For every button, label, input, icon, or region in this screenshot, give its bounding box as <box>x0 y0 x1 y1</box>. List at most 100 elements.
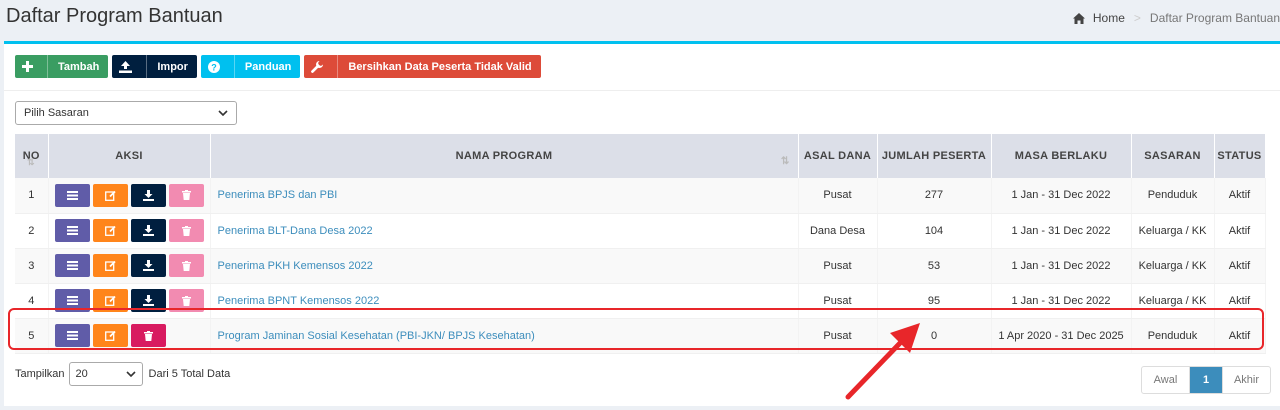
delete-button-disabled <box>168 289 204 312</box>
chevron-down-icon <box>218 110 228 116</box>
bersihkan-button[interactable]: Bersihkan Data Peserta Tidak Valid <box>304 55 541 78</box>
delete-button[interactable] <box>130 324 166 347</box>
column-header-masa-berlaku[interactable]: MASA BERLAKU <box>991 134 1132 178</box>
breadcrumb-home-label: Home <box>1092 11 1125 25</box>
cell-status: Aktif <box>1214 178 1266 214</box>
download-button[interactable] <box>130 219 166 242</box>
cell-jumlah-peserta: 95 <box>877 283 992 319</box>
breadcrumb-current: Daftar Program Bantuan <box>1149 11 1280 25</box>
row-actions <box>49 324 210 347</box>
cell-masa-berlaku: 1 Jan - 31 Dec 2022 <box>991 283 1132 319</box>
sort-icon: ⇅ <box>780 156 790 167</box>
cell-sasaran: Penduduk <box>1131 318 1215 354</box>
breadcrumb: Home > Daftar Program Bantuan <box>1072 11 1280 25</box>
cell-no: 3 <box>15 248 49 284</box>
cell-asal-dana: Dana Desa <box>798 213 878 249</box>
breadcrumb-home[interactable]: Home <box>1072 11 1125 25</box>
pagination-page-1[interactable]: 1 <box>1190 367 1222 393</box>
cell-nama-program: Penerima BPNT Kemensos 2022 <box>210 283 799 319</box>
button-divider <box>47 55 48 78</box>
edit-button[interactable] <box>92 289 128 312</box>
pagination-last[interactable]: Akhir <box>1222 367 1270 393</box>
table-header-row: NO ⇅ AKSI NAMA PROGRAM ⇅ ASAL DANA JUMLAH … <box>15 134 1266 178</box>
pagination-first[interactable]: Awal <box>1142 367 1190 393</box>
cell-aksi <box>48 213 211 249</box>
download-icon <box>142 189 154 201</box>
edit-button[interactable] <box>92 254 128 277</box>
program-link[interactable]: Penerima PKH Kemensos 2022 <box>218 260 373 272</box>
detail-button[interactable] <box>54 254 90 277</box>
detail-button[interactable] <box>54 183 90 207</box>
list-icon <box>66 296 78 305</box>
button-divider <box>146 55 148 78</box>
edit-button[interactable] <box>92 183 128 207</box>
page-size-control: Tampilkan 20 Dari 5 Total Data <box>15 362 230 386</box>
table-row: 4 Penerima BPNT Kemensos 2022 Pusat 95 1… <box>15 283 1266 319</box>
cell-nama-program: Penerima PKH Kemensos 2022 <box>210 248 799 284</box>
row-actions <box>49 254 210 277</box>
page-size-select[interactable]: 20 <box>68 362 143 386</box>
delete-button-disabled <box>168 219 204 242</box>
detail-button[interactable] <box>54 289 90 312</box>
cell-no: 5 <box>15 318 49 354</box>
cell-status: Aktif <box>1214 318 1266 354</box>
program-link[interactable]: Program Jaminan Sosial Kesehatan (PBI-JK… <box>218 330 535 342</box>
download-button[interactable] <box>130 289 166 312</box>
cell-masa-berlaku: 1 Apr 2020 - 31 Dec 2025 <box>991 318 1132 354</box>
cell-no: 2 <box>15 213 49 249</box>
cell-no: 1 <box>15 178 49 214</box>
tampilkan-label: Tampilkan <box>15 368 65 380</box>
column-header-jumlah-peserta[interactable]: JUMLAH PESERTA <box>877 134 992 178</box>
sasaran-select[interactable]: Pilih Sasaran <box>15 101 237 125</box>
impor-label: Impor <box>157 60 188 73</box>
table-row: 2 Penerima BLT-Dana Desa 2022 Dana Desa … <box>15 213 1266 249</box>
download-icon <box>142 295 154 306</box>
tambah-button[interactable]: Tambah <box>15 55 109 78</box>
edit-icon <box>104 260 116 271</box>
content-header: Daftar Program Bantuan Home > Daftar Pro… <box>0 0 1280 40</box>
cell-no: 4 <box>15 283 49 319</box>
table-row: 5 Program Jaminan Sosial Kesehatan (PBI-… <box>15 318 1266 354</box>
edit-button[interactable] <box>92 324 128 347</box>
download-button[interactable] <box>130 254 166 277</box>
program-link[interactable]: Penerima BLT-Dana Desa 2022 <box>218 225 373 237</box>
sort-icon: ⇅ <box>27 157 35 167</box>
edit-icon <box>104 225 116 236</box>
total-data-label: Dari 5 Total Data <box>148 368 231 380</box>
column-header-no[interactable]: NO ⇅ <box>15 134 49 178</box>
page-title: Daftar Program Bantuan <box>6 5 223 27</box>
table-row: 3 Penerima PKH Kemensos 2022 Pusat 53 1 … <box>15 248 1266 284</box>
svg-text:?: ? <box>211 62 217 72</box>
cell-aksi <box>48 283 211 319</box>
cell-status: Aktif <box>1214 283 1266 319</box>
plus-icon <box>22 61 33 72</box>
column-header-aksi: AKSI <box>48 134 211 178</box>
cell-masa-berlaku: 1 Jan - 31 Dec 2022 <box>991 178 1132 214</box>
detail-button[interactable] <box>54 324 90 347</box>
wrench-icon <box>311 60 324 73</box>
cell-sasaran: Penduduk <box>1131 178 1215 214</box>
edit-icon <box>104 190 116 201</box>
cell-nama-program: Program Jaminan Sosial Kesehatan (PBI-JK… <box>210 318 799 354</box>
cell-status: Aktif <box>1214 248 1266 284</box>
cell-asal-dana: Pusat <box>798 318 878 354</box>
trash-icon <box>143 330 153 341</box>
column-header-sasaran[interactable]: SASARAN <box>1131 134 1215 178</box>
impor-button[interactable]: Impor <box>112 55 197 78</box>
column-header-nama-program[interactable]: NAMA PROGRAM ⇅ <box>210 134 799 178</box>
column-header-asal-dana[interactable]: ASAL DANA <box>798 134 878 178</box>
trash-icon <box>181 225 191 236</box>
trash-icon <box>181 190 191 201</box>
column-header-status[interactable]: STATUS <box>1214 134 1266 178</box>
download-button[interactable] <box>130 183 166 207</box>
program-link[interactable]: Penerima BPNT Kemensos 2022 <box>218 295 380 307</box>
edit-button[interactable] <box>92 219 128 242</box>
list-icon <box>66 190 78 200</box>
cell-nama-program: Penerima BPJS dan PBI <box>210 178 799 214</box>
cell-status: Aktif <box>1214 213 1266 249</box>
edit-icon <box>104 330 116 341</box>
panduan-button[interactable]: ? Panduan <box>200 55 301 78</box>
program-link[interactable]: Penerima BPJS dan PBI <box>218 189 338 201</box>
row-actions <box>49 219 210 242</box>
detail-button[interactable] <box>54 219 90 242</box>
